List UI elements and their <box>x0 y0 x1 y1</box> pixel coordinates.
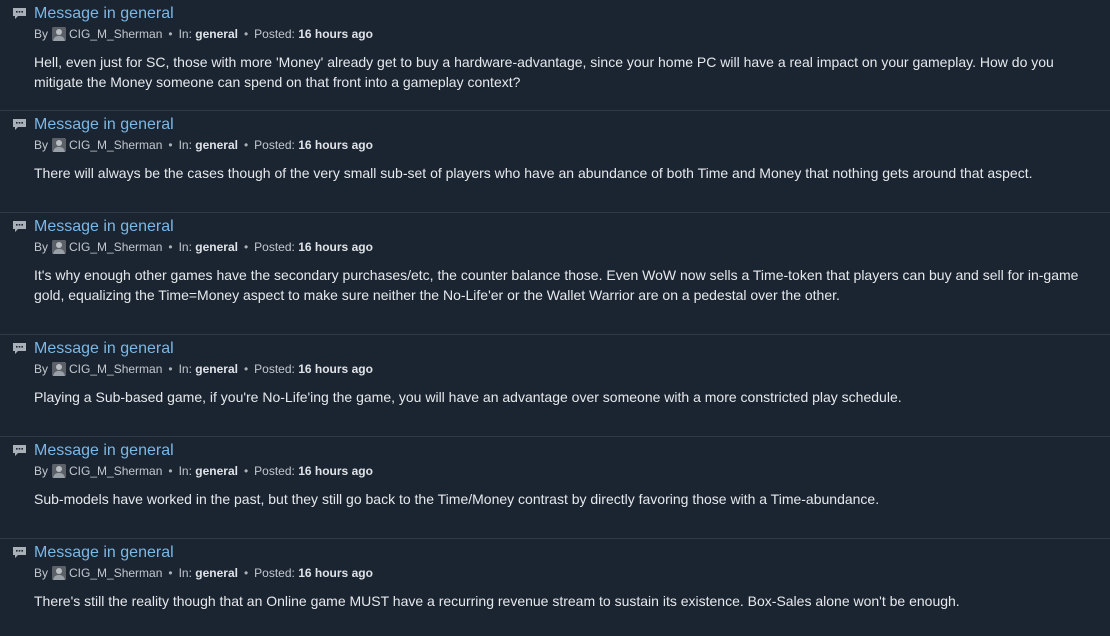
message-title-link[interactable]: Message in general <box>34 115 174 134</box>
message-body: It's why enough other games have the sec… <box>34 267 1079 303</box>
avatar[interactable] <box>52 27 67 41</box>
in-label: In: <box>178 240 192 254</box>
separator-dot: • <box>243 138 249 152</box>
posted-label: Posted: <box>254 464 295 478</box>
message-meta: By CIG_M_Sherman • In: general • Posted:… <box>34 361 1100 377</box>
posted-time: 16 hours ago <box>298 138 373 152</box>
author-name[interactable]: CIG_M_Sherman <box>69 137 162 153</box>
separator-dot: • <box>243 464 249 478</box>
avatar[interactable] <box>52 240 67 254</box>
message-meta: By CIG_M_Sherman • In: general • Posted:… <box>34 137 1100 153</box>
avatar[interactable] <box>52 138 67 152</box>
channel-name[interactable]: general <box>195 565 238 581</box>
channel-name[interactable]: general <box>195 361 238 377</box>
chat-bubble-icon <box>12 342 28 356</box>
message-item: Message in general By CIG_M_Sherman • In… <box>0 111 1110 213</box>
by-label: By <box>34 138 49 152</box>
author-name[interactable]: CIG_M_Sherman <box>69 26 162 42</box>
message-title-link[interactable]: Message in general <box>34 543 174 562</box>
separator-dot: • <box>168 27 173 41</box>
posted-label: Posted: <box>254 27 295 41</box>
by-label: By <box>34 566 49 580</box>
message-item: Message in general By CIG_M_Sherman • In… <box>0 539 1110 636</box>
posted-time: 16 hours ago <box>298 362 373 376</box>
by-label: By <box>34 240 49 254</box>
chat-bubble-icon <box>12 546 28 560</box>
posted-time: 16 hours ago <box>298 464 373 478</box>
message-meta: By CIG_M_Sherman • In: general • Posted:… <box>34 565 1100 581</box>
posted-time: 16 hours ago <box>298 240 373 254</box>
author-name[interactable]: CIG_M_Sherman <box>69 239 162 255</box>
avatar[interactable] <box>52 362 67 376</box>
message-meta: By CIG_M_Sherman • In: general • Posted:… <box>34 463 1100 479</box>
avatar[interactable] <box>52 464 67 478</box>
channel-name[interactable]: general <box>195 26 238 42</box>
message-feed: Message in general By CIG_M_Sherman • In… <box>0 0 1110 636</box>
by-label: By <box>34 464 49 478</box>
message-item: Message in general By CIG_M_Sherman • In… <box>0 335 1110 437</box>
posted-label: Posted: <box>254 138 295 152</box>
posted-time: 16 hours ago <box>298 27 373 41</box>
posted-time: 16 hours ago <box>298 566 373 580</box>
message-body: Hell, even just for SC, those with more … <box>34 54 1054 90</box>
message-title-link[interactable]: Message in general <box>34 4 174 23</box>
in-label: In: <box>178 464 192 478</box>
channel-name[interactable]: general <box>195 137 238 153</box>
avatar[interactable] <box>52 566 67 580</box>
message-body: There will always be the cases though of… <box>34 165 1033 181</box>
posted-label: Posted: <box>254 362 295 376</box>
author-name[interactable]: CIG_M_Sherman <box>69 361 162 377</box>
message-title-link[interactable]: Message in general <box>34 441 174 460</box>
channel-name[interactable]: general <box>195 239 238 255</box>
message-meta: By CIG_M_Sherman • In: general • Posted:… <box>34 26 1100 42</box>
separator-dot: • <box>243 566 249 580</box>
message-meta: By CIG_M_Sherman • In: general • Posted:… <box>34 239 1100 255</box>
chat-bubble-icon <box>12 7 28 21</box>
message-body: Sub-models have worked in the past, but … <box>34 491 880 507</box>
message-item: Message in general By CIG_M_Sherman • In… <box>0 0 1110 111</box>
in-label: In: <box>178 362 192 376</box>
chat-bubble-icon <box>12 220 28 234</box>
separator-dot: • <box>168 362 173 376</box>
message-item: Message in general By CIG_M_Sherman • In… <box>0 213 1110 335</box>
separator-dot: • <box>168 240 173 254</box>
message-item: Message in general By CIG_M_Sherman • In… <box>0 437 1110 539</box>
by-label: By <box>34 362 49 376</box>
message-title-link[interactable]: Message in general <box>34 217 174 236</box>
posted-label: Posted: <box>254 566 295 580</box>
chat-bubble-icon <box>12 444 28 458</box>
author-name[interactable]: CIG_M_Sherman <box>69 565 162 581</box>
channel-name[interactable]: general <box>195 463 238 479</box>
author-name[interactable]: CIG_M_Sherman <box>69 463 162 479</box>
message-title-link[interactable]: Message in general <box>34 339 174 358</box>
in-label: In: <box>178 138 192 152</box>
separator-dot: • <box>243 240 249 254</box>
separator-dot: • <box>168 464 173 478</box>
in-label: In: <box>178 566 192 580</box>
separator-dot: • <box>243 27 249 41</box>
posted-label: Posted: <box>254 240 295 254</box>
message-body: Playing a Sub-based game, if you're No-L… <box>34 389 902 405</box>
separator-dot: • <box>168 138 173 152</box>
separator-dot: • <box>243 362 249 376</box>
in-label: In: <box>178 27 192 41</box>
message-body: There's still the reality though that an… <box>34 593 960 609</box>
chat-bubble-icon <box>12 118 28 132</box>
by-label: By <box>34 27 49 41</box>
separator-dot: • <box>168 566 173 580</box>
